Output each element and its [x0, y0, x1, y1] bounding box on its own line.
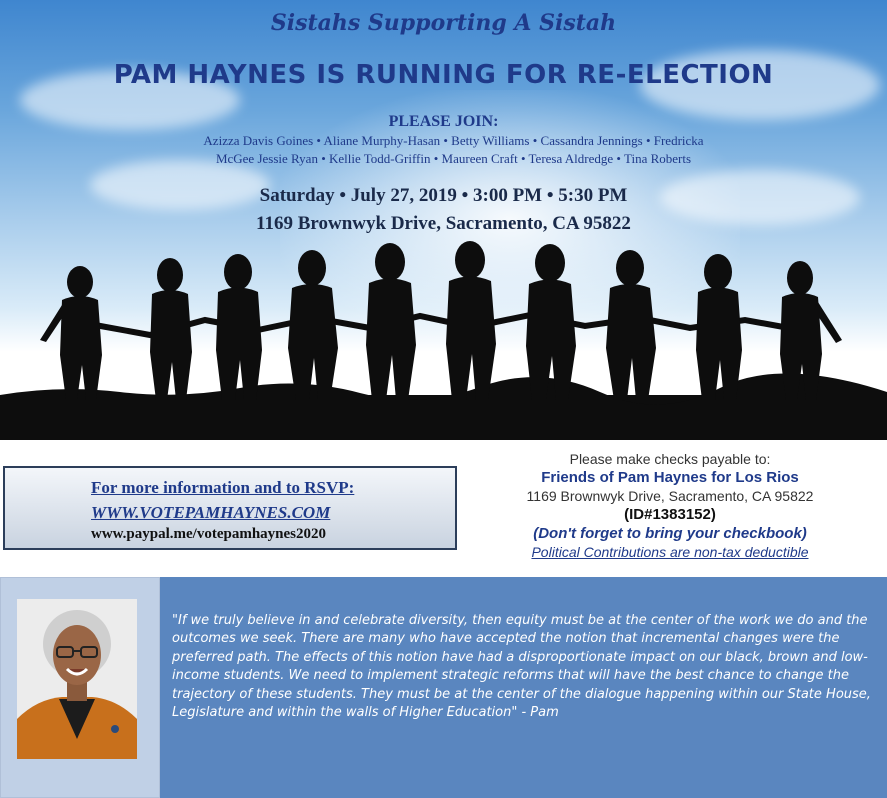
portrait-illustration — [17, 599, 137, 759]
paypal-link[interactable]: www.paypal.me/votepamhaynes2020 — [91, 526, 326, 543]
event-date-time: Saturday • July 27, 2019 • 3:00 PM • 5:3… — [259, 185, 628, 206]
rsvp-box: For more information and to RSVP: WWW.VO… — [3, 466, 457, 550]
hero-banner: Sistahs Supporting A Sistah PAM HAYNES I… — [0, 0, 887, 440]
tax-disclaimer: Political Contributions are non-tax dedu… — [531, 544, 809, 560]
event-address: 1169 Brownwyk Drive, Sacramento, CA 9582… — [256, 213, 631, 234]
committee-id: (ID#1383152) — [624, 506, 716, 523]
page-headline: PAM HAYNES IS RUNNING FOR RE-ELECTION — [113, 60, 774, 90]
please-join-heading: PLEASE JOIN: — [388, 113, 499, 130]
quote-panel: "If we truly believe in and celebrate di… — [0, 577, 887, 798]
rsvp-heading: For more information and to RSVP: — [91, 478, 355, 497]
checks-address: 1169 Brownwyk Drive, Sacramento, CA 9582… — [526, 488, 814, 504]
candidate-quote: "If we truly believe in and celebrate di… — [172, 613, 871, 721]
portrait-frame — [0, 577, 160, 798]
check-payment-info: Please make checks payable to: Friends o… — [470, 451, 870, 560]
host-list-line: Azizza Davis Goines • Aliane Murphy-Hasa… — [203, 133, 704, 148]
checks-intro: Please make checks payable to: — [569, 451, 771, 467]
campaign-slogan: Sistahs Supporting A Sistah — [270, 10, 617, 36]
host-list: Azizza Davis Goines • Aliane Murphy-Hasa… — [150, 132, 757, 168]
checkbook-reminder: (Don't forget to bring your checkbook) — [533, 525, 807, 542]
candidate-portrait — [17, 599, 137, 759]
checks-payee: Friends of Pam Haynes for Los Rios — [541, 469, 799, 486]
campaign-website-link[interactable]: WWW.VOTEPAMHAYNES.COM — [91, 503, 330, 523]
host-list-line: McGee Jessie Ryan • Kellie Todd-Griffin … — [215, 151, 692, 166]
women-holding-hands-silhouette — [0, 241, 887, 440]
